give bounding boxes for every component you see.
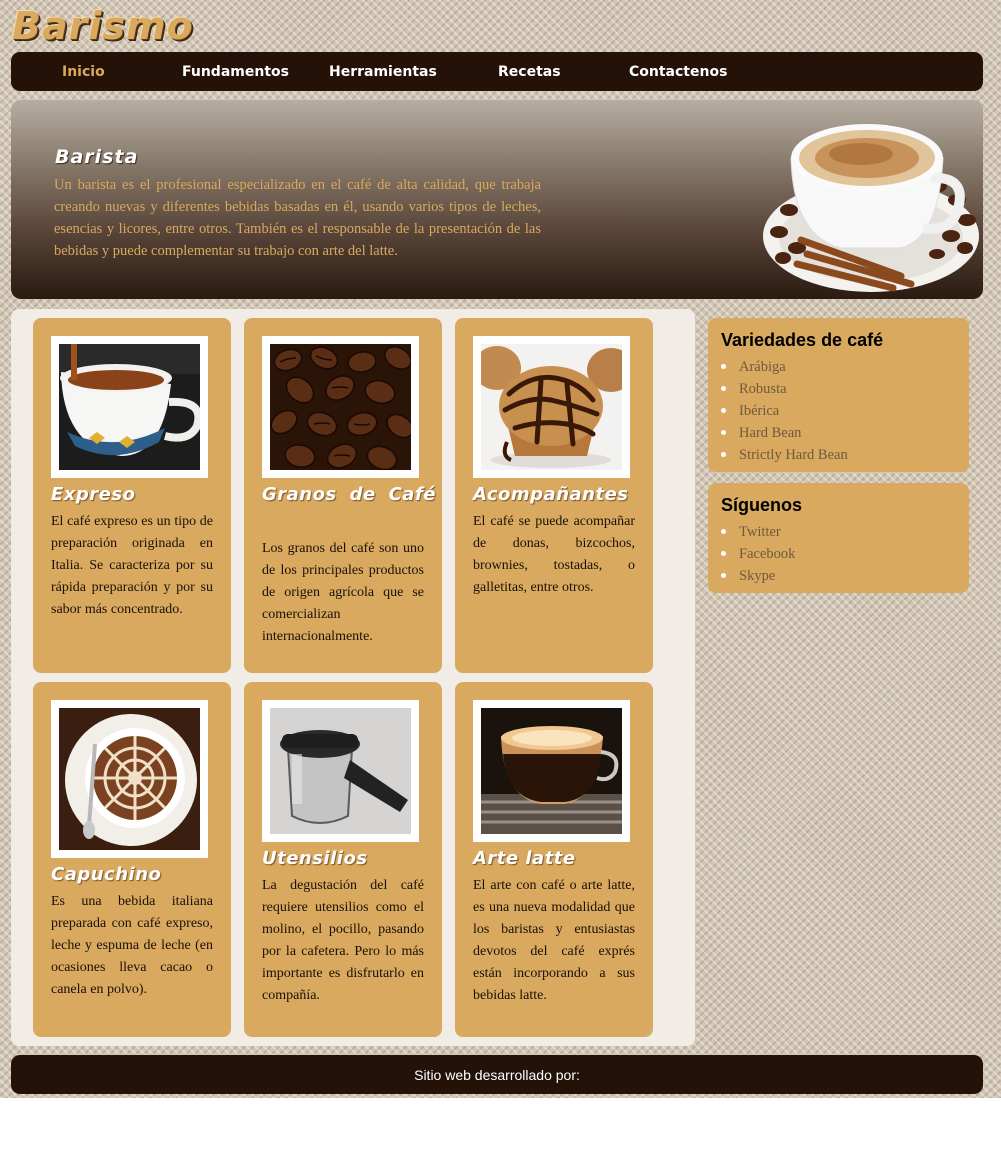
card-image-frame bbox=[262, 700, 419, 842]
card-title: Expreso bbox=[51, 484, 136, 505]
espresso-cup-image bbox=[59, 344, 200, 470]
nav-item-herramientas[interactable]: Herramientas bbox=[329, 64, 437, 80]
follow-list: Twitter Facebook Skype bbox=[721, 521, 795, 587]
nav-item-fundamentos[interactable]: Fundamentos bbox=[182, 64, 289, 80]
hero-description: Un barista es el profesional especializa… bbox=[54, 177, 541, 259]
card-image-frame bbox=[473, 336, 630, 478]
nav-item-recetas[interactable]: Recetas bbox=[498, 64, 561, 80]
card-title: Granos de Café bbox=[262, 484, 436, 505]
sidebar-item-strictly-hard-bean[interactable]: Strictly Hard Bean bbox=[721, 444, 848, 466]
card-text: El café expreso es un tipo de preparació… bbox=[51, 514, 213, 617]
nav-item-contactenos[interactable]: Contactenos bbox=[629, 64, 727, 80]
card-image-frame bbox=[51, 336, 208, 478]
card-image-frame bbox=[473, 700, 630, 842]
hero-banner: Barista Un barista es el profesional esp… bbox=[11, 100, 983, 299]
card-image-frame bbox=[262, 336, 419, 478]
card-title: Acompañantes bbox=[473, 484, 629, 505]
sidebar-item-robusta[interactable]: Robusta bbox=[721, 378, 848, 400]
sidebar-item-arabiga[interactable]: Arábiga bbox=[721, 356, 848, 378]
coffee-carafe-image bbox=[270, 708, 411, 834]
cappuccino-cup-image bbox=[763, 124, 979, 292]
sidebar-item-twitter[interactable]: Twitter bbox=[721, 521, 795, 543]
sidebar-title: Variedades de café bbox=[721, 330, 884, 350]
card-text: Es una bebida italiana preparada con caf… bbox=[51, 894, 213, 997]
card-expreso: Expreso El café expreso es un tipo de pr… bbox=[33, 318, 231, 673]
card-utensilios: Utensilios La degustación del café requi… bbox=[244, 682, 442, 1037]
sidebar-item-skype[interactable]: Skype bbox=[721, 565, 795, 587]
sidebar-item-hard-bean[interactable]: Hard Bean bbox=[721, 422, 848, 444]
card-text: La degustación del café requiere utensil… bbox=[262, 878, 424, 1003]
site-footer: Sitio web desarrollado por: bbox=[11, 1055, 983, 1094]
card-image-frame bbox=[51, 700, 208, 858]
main-nav: Inicio Fundamentos Herramientas Recetas … bbox=[11, 52, 983, 91]
muffin-image bbox=[481, 344, 622, 470]
footer-text: Sitio web desarrollado por: bbox=[414, 1067, 580, 1083]
card-granos-de-cafe: Granos de Café Los granos del café son u… bbox=[244, 318, 442, 673]
card-title: Capuchino bbox=[51, 864, 162, 885]
card-title: Utensilios bbox=[262, 848, 368, 869]
sidebar-item-facebook[interactable]: Facebook bbox=[721, 543, 795, 565]
sidebar-varieties: Variedades de café Arábiga Robusta Ibéri… bbox=[708, 318, 969, 472]
card-text: Los granos del café son uno de los princ… bbox=[262, 541, 424, 644]
cappuccino-art-image bbox=[59, 708, 200, 850]
card-title: Arte latte bbox=[473, 848, 576, 869]
latte-glass-image bbox=[481, 708, 622, 834]
card-text: El arte con café o arte latte, es una nu… bbox=[473, 878, 635, 1003]
card-acompanantes: Acompañantes El café se puede acompañar … bbox=[455, 318, 653, 673]
sidebar-item-iberica[interactable]: Ibérica bbox=[721, 400, 848, 422]
hero-title: Barista bbox=[55, 146, 139, 168]
card-capuchino: Capuchino Es una bebida italiana prepara… bbox=[33, 682, 231, 1037]
coffee-beans-image bbox=[270, 344, 411, 470]
sidebar-follow: Síguenos Twitter Facebook Skype bbox=[708, 483, 969, 593]
card-text: El café se puede acompañar de donas, biz… bbox=[473, 514, 635, 595]
nav-item-inicio[interactable]: Inicio bbox=[62, 64, 105, 80]
varieties-list: Arábiga Robusta Ibérica Hard Bean Strict… bbox=[721, 356, 848, 466]
sidebar-title: Síguenos bbox=[721, 495, 803, 515]
site-logo[interactable]: Barismo bbox=[12, 4, 194, 48]
card-arte-latte: Arte latte El arte con café o arte latte… bbox=[455, 682, 653, 1037]
